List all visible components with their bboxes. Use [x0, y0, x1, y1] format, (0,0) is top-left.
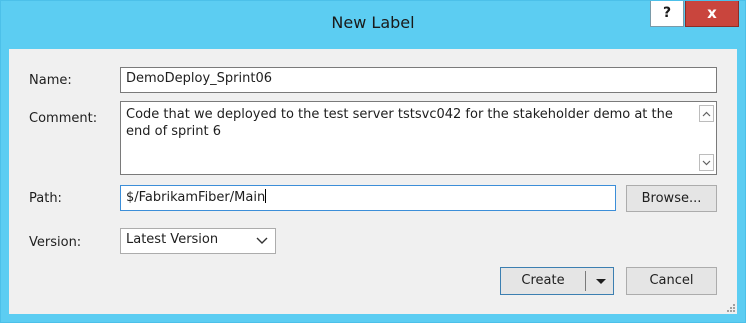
resize-grip-icon[interactable] — [726, 303, 736, 313]
create-dropdown-button[interactable] — [587, 268, 615, 294]
chevron-up-icon[interactable] — [699, 105, 714, 122]
cancel-button[interactable]: Cancel — [626, 267, 717, 295]
comment-scrollbar[interactable] — [698, 103, 715, 173]
new-label-dialog: New Label ? x Name: DemoDeploy_Sprint06 … — [0, 0, 746, 323]
path-label: Path: — [29, 191, 62, 206]
version-select-value: Latest Version — [126, 232, 219, 247]
path-input-content: $/FabrikamFiber/Main — [126, 189, 267, 205]
name-label: Name: — [29, 73, 72, 88]
split-divider — [585, 271, 586, 291]
create-split-button[interactable]: Create — [500, 267, 614, 295]
path-input[interactable]: $/FabrikamFiber/Main — [120, 185, 616, 211]
help-button[interactable]: ? — [650, 1, 684, 27]
comment-textarea-value: Code that we deployed to the test server… — [126, 107, 673, 139]
chevron-down-icon[interactable] — [699, 154, 714, 171]
text-caret — [265, 189, 267, 203]
path-input-value: $/FabrikamFiber/Main — [126, 190, 266, 205]
title-bar[interactable]: New Label ? x — [1, 1, 745, 49]
create-button[interactable]: Create — [501, 268, 585, 294]
close-button[interactable]: x — [685, 1, 739, 27]
name-input-value: DemoDeploy_Sprint06 — [126, 71, 272, 86]
name-input[interactable]: DemoDeploy_Sprint06 — [120, 67, 717, 93]
chevron-down-icon — [256, 237, 268, 244]
dialog-title: New Label — [331, 13, 415, 32]
dialog-body: Name: DemoDeploy_Sprint06 Comment: Code … — [9, 49, 737, 314]
dropdown-arrow-icon — [596, 279, 606, 284]
browse-button[interactable]: Browse... — [626, 185, 717, 212]
comment-textarea[interactable]: Code that we deployed to the test server… — [120, 101, 717, 175]
version-label: Version: — [29, 235, 82, 250]
version-select[interactable]: Latest Version — [120, 228, 276, 254]
comment-label: Comment: — [29, 111, 98, 126]
